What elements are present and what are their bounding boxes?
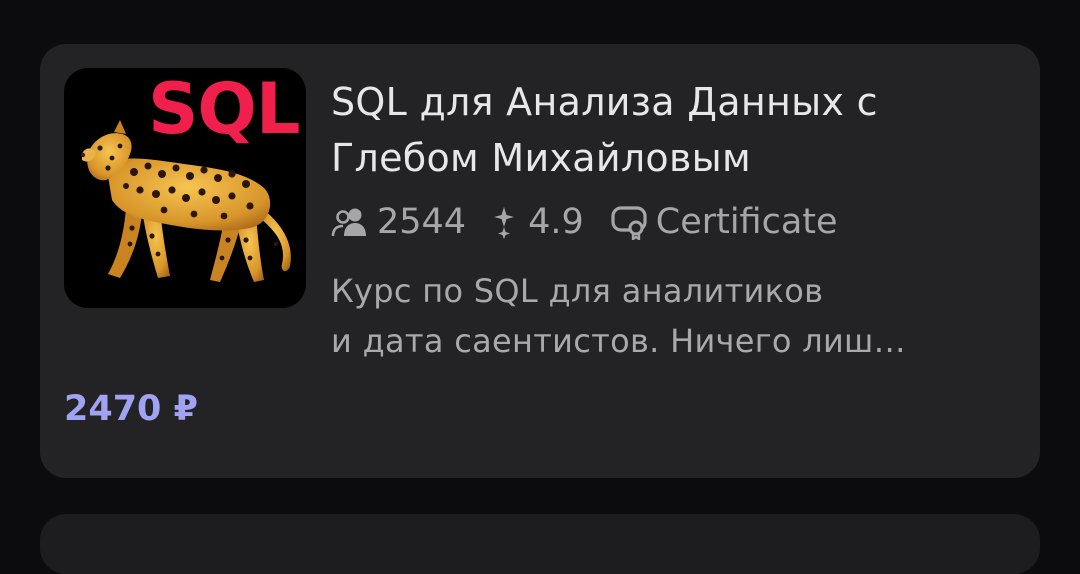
rating-stat: 4.9 — [494, 202, 584, 242]
sparkle-star-icon — [494, 207, 515, 239]
people-icon — [331, 208, 366, 237]
students-stat: 2544 — [331, 202, 466, 242]
cover-sql-text: SQL — [148, 68, 301, 150]
course-title[interactable]: SQL для Анализа Данных с Глебом Михайлов… — [331, 74, 1021, 186]
description-line: и дата саентистов. Ничего лиш… — [331, 322, 906, 360]
next-course-card[interactable] — [40, 514, 1040, 574]
description-line: Курс по SQL для аналитиков — [331, 272, 824, 310]
course-card[interactable]: SQL SQL для Анализа Данных с Глебом Миха… — [40, 44, 1040, 478]
rating-value: 4.9 — [528, 202, 584, 242]
course-meta: 2544 4.9 Certificate — [331, 198, 838, 246]
certificate-label: Certificate — [655, 202, 838, 242]
course-description: Курс по SQL для аналитиков и дата саенти… — [331, 266, 1021, 366]
certificate-stat: Certificate — [610, 202, 838, 242]
course-cover-image: SQL — [64, 68, 306, 308]
course-price: 2470 ₽ — [64, 389, 198, 429]
certificate-icon — [611, 206, 647, 240]
students-count: 2544 — [377, 202, 467, 242]
